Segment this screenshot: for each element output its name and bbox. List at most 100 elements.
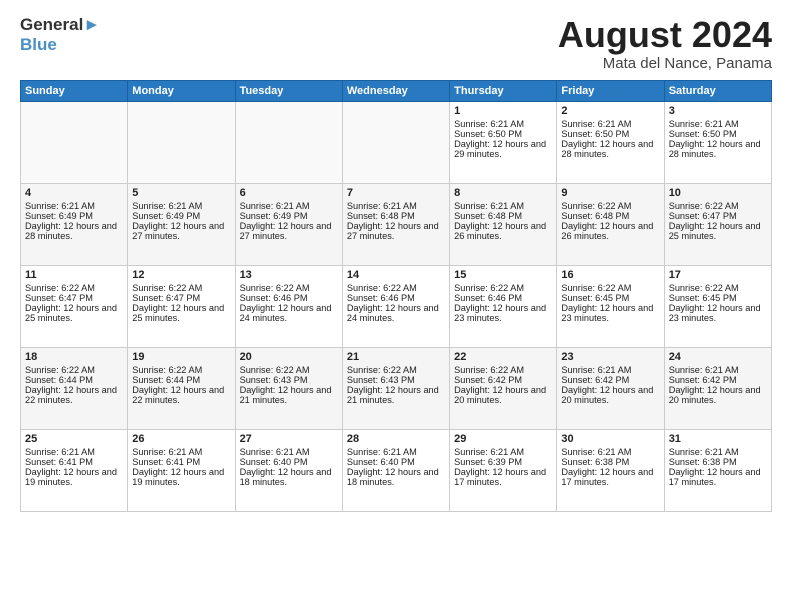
day-number: 15 bbox=[454, 269, 552, 281]
header-saturday: Saturday bbox=[664, 80, 771, 101]
week-row-2: 11 Sunrise: 6:22 AM Sunset: 6:47 PM Dayl… bbox=[21, 265, 772, 347]
day-number: 20 bbox=[240, 351, 338, 363]
sunrise: Sunrise: 6:21 AM bbox=[669, 447, 739, 457]
sunset: Sunset: 6:44 PM bbox=[132, 375, 200, 385]
sunset: Sunset: 6:48 PM bbox=[347, 211, 415, 221]
daylight: Daylight: 12 hours and 27 minutes. bbox=[347, 221, 439, 241]
calendar-cell: 25 Sunrise: 6:21 AM Sunset: 6:41 PM Dayl… bbox=[21, 429, 128, 511]
calendar-cell: 28 Sunrise: 6:21 AM Sunset: 6:40 PM Dayl… bbox=[342, 429, 449, 511]
daylight: Daylight: 12 hours and 22 minutes. bbox=[132, 385, 224, 405]
sunrise: Sunrise: 6:21 AM bbox=[240, 447, 310, 457]
calendar-cell: 12 Sunrise: 6:22 AM Sunset: 6:47 PM Dayl… bbox=[128, 265, 235, 347]
calendar-cell: 17 Sunrise: 6:22 AM Sunset: 6:45 PM Dayl… bbox=[664, 265, 771, 347]
daylight: Daylight: 12 hours and 23 minutes. bbox=[561, 303, 653, 323]
sunrise: Sunrise: 6:21 AM bbox=[561, 119, 631, 129]
calendar-cell: 18 Sunrise: 6:22 AM Sunset: 6:44 PM Dayl… bbox=[21, 347, 128, 429]
sunset: Sunset: 6:48 PM bbox=[561, 211, 629, 221]
sunrise: Sunrise: 6:21 AM bbox=[561, 365, 631, 375]
day-number: 12 bbox=[132, 269, 230, 281]
header-row: SundayMondayTuesdayWednesdayThursdayFrid… bbox=[21, 80, 772, 101]
day-number: 4 bbox=[25, 187, 123, 199]
daylight: Daylight: 12 hours and 25 minutes. bbox=[669, 221, 761, 241]
daylight: Daylight: 12 hours and 26 minutes. bbox=[561, 221, 653, 241]
calendar-cell: 2 Sunrise: 6:21 AM Sunset: 6:50 PM Dayli… bbox=[557, 101, 664, 183]
day-number: 22 bbox=[454, 351, 552, 363]
sunset: Sunset: 6:43 PM bbox=[347, 375, 415, 385]
sunset: Sunset: 6:46 PM bbox=[240, 293, 308, 303]
sunrise: Sunrise: 6:22 AM bbox=[561, 283, 631, 293]
daylight: Daylight: 12 hours and 17 minutes. bbox=[561, 467, 653, 487]
calendar-cell: 24 Sunrise: 6:21 AM Sunset: 6:42 PM Dayl… bbox=[664, 347, 771, 429]
sunrise: Sunrise: 6:21 AM bbox=[25, 447, 95, 457]
day-number: 18 bbox=[25, 351, 123, 363]
sunset: Sunset: 6:38 PM bbox=[561, 457, 629, 467]
day-number: 17 bbox=[669, 269, 767, 281]
sunset: Sunset: 6:47 PM bbox=[132, 293, 200, 303]
day-number: 6 bbox=[240, 187, 338, 199]
daylight: Daylight: 12 hours and 22 minutes. bbox=[25, 385, 117, 405]
day-number: 5 bbox=[132, 187, 230, 199]
sunrise: Sunrise: 6:21 AM bbox=[25, 201, 95, 211]
daylight: Daylight: 12 hours and 19 minutes. bbox=[132, 467, 224, 487]
daylight: Daylight: 12 hours and 21 minutes. bbox=[240, 385, 332, 405]
sunset: Sunset: 6:41 PM bbox=[132, 457, 200, 467]
calendar-cell: 31 Sunrise: 6:21 AM Sunset: 6:38 PM Dayl… bbox=[664, 429, 771, 511]
daylight: Daylight: 12 hours and 25 minutes. bbox=[25, 303, 117, 323]
sunrise: Sunrise: 6:21 AM bbox=[347, 447, 417, 457]
sunrise: Sunrise: 6:21 AM bbox=[669, 119, 739, 129]
calendar-cell bbox=[342, 101, 449, 183]
daylight: Daylight: 12 hours and 27 minutes. bbox=[132, 221, 224, 241]
calendar-cell bbox=[21, 101, 128, 183]
daylight: Daylight: 12 hours and 24 minutes. bbox=[347, 303, 439, 323]
sunset: Sunset: 6:42 PM bbox=[669, 375, 737, 385]
calendar-table: SundayMondayTuesdayWednesdayThursdayFrid… bbox=[20, 80, 772, 512]
sunrise: Sunrise: 6:22 AM bbox=[454, 365, 524, 375]
sunset: Sunset: 6:49 PM bbox=[132, 211, 200, 221]
calendar-cell: 6 Sunrise: 6:21 AM Sunset: 6:49 PM Dayli… bbox=[235, 183, 342, 265]
calendar-cell: 20 Sunrise: 6:22 AM Sunset: 6:43 PM Dayl… bbox=[235, 347, 342, 429]
sunset: Sunset: 6:40 PM bbox=[347, 457, 415, 467]
day-number: 21 bbox=[347, 351, 445, 363]
location: Mata del Nance, Panama bbox=[558, 55, 772, 72]
sunrise: Sunrise: 6:21 AM bbox=[347, 201, 417, 211]
week-row-3: 18 Sunrise: 6:22 AM Sunset: 6:44 PM Dayl… bbox=[21, 347, 772, 429]
day-number: 29 bbox=[454, 433, 552, 445]
calendar-cell: 7 Sunrise: 6:21 AM Sunset: 6:48 PM Dayli… bbox=[342, 183, 449, 265]
daylight: Daylight: 12 hours and 21 minutes. bbox=[347, 385, 439, 405]
daylight: Daylight: 12 hours and 18 minutes. bbox=[240, 467, 332, 487]
day-number: 24 bbox=[669, 351, 767, 363]
calendar-cell: 10 Sunrise: 6:22 AM Sunset: 6:47 PM Dayl… bbox=[664, 183, 771, 265]
sunrise: Sunrise: 6:21 AM bbox=[454, 447, 524, 457]
sunset: Sunset: 6:40 PM bbox=[240, 457, 308, 467]
calendar-cell: 11 Sunrise: 6:22 AM Sunset: 6:47 PM Dayl… bbox=[21, 265, 128, 347]
sunset: Sunset: 6:43 PM bbox=[240, 375, 308, 385]
day-number: 14 bbox=[347, 269, 445, 281]
month-title: August 2024 bbox=[558, 15, 772, 55]
daylight: Daylight: 12 hours and 23 minutes. bbox=[669, 303, 761, 323]
calendar-cell: 30 Sunrise: 6:21 AM Sunset: 6:38 PM Dayl… bbox=[557, 429, 664, 511]
calendar-cell: 21 Sunrise: 6:22 AM Sunset: 6:43 PM Dayl… bbox=[342, 347, 449, 429]
sunrise: Sunrise: 6:21 AM bbox=[669, 365, 739, 375]
calendar-cell: 29 Sunrise: 6:21 AM Sunset: 6:39 PM Dayl… bbox=[450, 429, 557, 511]
sunrise: Sunrise: 6:22 AM bbox=[669, 201, 739, 211]
page: General► Blue August 2024 Mata del Nance… bbox=[0, 0, 792, 612]
logo: General► Blue bbox=[20, 15, 100, 54]
week-row-1: 4 Sunrise: 6:21 AM Sunset: 6:49 PM Dayli… bbox=[21, 183, 772, 265]
calendar-cell bbox=[128, 101, 235, 183]
sunrise: Sunrise: 6:21 AM bbox=[240, 201, 310, 211]
daylight: Daylight: 12 hours and 19 minutes. bbox=[25, 467, 117, 487]
header-wednesday: Wednesday bbox=[342, 80, 449, 101]
header-tuesday: Tuesday bbox=[235, 80, 342, 101]
day-number: 7 bbox=[347, 187, 445, 199]
calendar-cell: 23 Sunrise: 6:21 AM Sunset: 6:42 PM Dayl… bbox=[557, 347, 664, 429]
daylight: Daylight: 12 hours and 17 minutes. bbox=[454, 467, 546, 487]
daylight: Daylight: 12 hours and 28 minutes. bbox=[561, 139, 653, 159]
calendar-cell: 8 Sunrise: 6:21 AM Sunset: 6:48 PM Dayli… bbox=[450, 183, 557, 265]
sunrise: Sunrise: 6:22 AM bbox=[669, 283, 739, 293]
sunrise: Sunrise: 6:21 AM bbox=[454, 119, 524, 129]
daylight: Daylight: 12 hours and 20 minutes. bbox=[561, 385, 653, 405]
sunrise: Sunrise: 6:22 AM bbox=[454, 283, 524, 293]
daylight: Daylight: 12 hours and 20 minutes. bbox=[454, 385, 546, 405]
sunset: Sunset: 6:44 PM bbox=[25, 375, 93, 385]
daylight: Daylight: 12 hours and 26 minutes. bbox=[454, 221, 546, 241]
